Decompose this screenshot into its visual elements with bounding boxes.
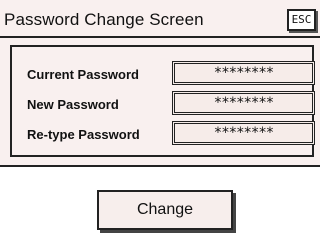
screen-title: Password Change Screen (4, 10, 204, 29)
screen-header: Password Change Screen ESC (0, 0, 320, 38)
change-button[interactable]: Change (97, 190, 233, 230)
new-password-label: New Password (27, 97, 119, 112)
current-password-field[interactable]: ******** (172, 61, 315, 85)
esc-button[interactable]: ESC (287, 9, 316, 31)
retype-password-field[interactable]: ******** (172, 121, 315, 145)
retype-password-label: Re-type Password (27, 127, 140, 142)
password-form-panel: Current Password ******** New Password *… (10, 45, 315, 157)
new-password-field[interactable]: ******** (172, 91, 315, 115)
password-change-screen: Password Change Screen ESC Current Passw… (0, 0, 320, 240)
current-password-label: Current Password (27, 67, 139, 82)
